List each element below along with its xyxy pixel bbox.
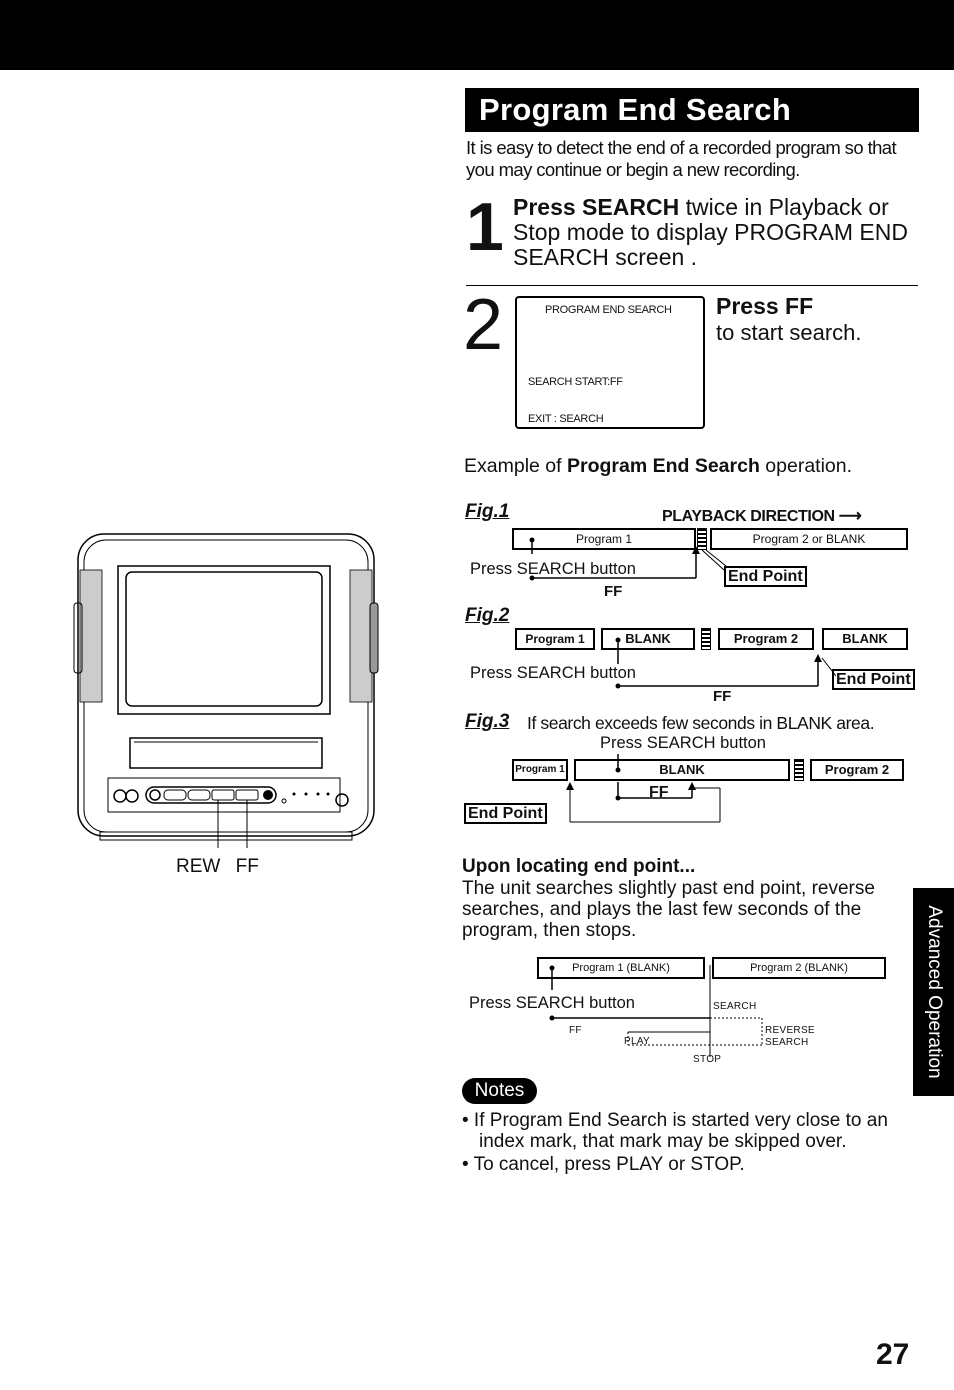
- fig-4-ff-label: FF: [569, 1025, 582, 1036]
- fig-3-label: Fig.3: [465, 711, 510, 732]
- fig-4-reverse-search-label: SEARCH: [765, 1037, 809, 1048]
- fig-4-play-label: PLAY: [624, 1036, 651, 1047]
- step-2-text: to start search.: [716, 320, 862, 345]
- fig-3-segment: Program 2: [810, 759, 904, 781]
- page-title: Program End Search: [465, 88, 919, 132]
- osd-line-start: SEARCH START:FF: [528, 376, 623, 388]
- step-2-number: 2: [463, 285, 504, 365]
- fig-4-reverse-label: REVERSE: [765, 1025, 815, 1036]
- fig-2-end-point: End Point: [832, 669, 915, 690]
- fig-2-segment: Program 1: [515, 628, 595, 650]
- osd-screen: PROGRAM END SEARCH SEARCH START:FF EXIT …: [515, 296, 705, 429]
- example-prefix: Example of: [464, 455, 567, 477]
- index-mark: [794, 759, 804, 781]
- intro-text: It is easy to detect the end of a record…: [466, 137, 897, 180]
- fig-1-press-label: Press SEARCH button: [470, 560, 636, 578]
- notes-list: • If Program End Search is started very …: [462, 1110, 922, 1177]
- fig-3-arrows: [566, 754, 721, 823]
- example-heading: Example of Program End Search operation.: [464, 455, 852, 478]
- fig-2-ff-label: FF: [713, 688, 732, 705]
- fig-2-arrows: [615, 637, 837, 689]
- fig-2-press-label: Press SEARCH button: [470, 664, 636, 682]
- osd-line-exit: EXIT : SEARCH: [528, 413, 604, 425]
- rew-ff-label: REW FF: [176, 856, 259, 877]
- fig-3-ff-label: FF: [649, 784, 669, 801]
- section-side-tab-label: Advanced Operation: [923, 905, 945, 1079]
- fig-1-ff-label: FF: [604, 583, 623, 600]
- playback-direction-label: PLAYBACK DIRECTION ⟶: [662, 506, 862, 526]
- fig-4-search-label: SEARCH: [713, 1001, 757, 1012]
- playback-direction-text: PLAYBACK DIRECTION: [662, 508, 835, 525]
- example-bold: Program End Search: [566, 455, 760, 477]
- step-divider: [466, 285, 918, 286]
- fig-4-arrows: [549, 965, 763, 1057]
- step-1-number: 1: [466, 189, 504, 265]
- arrow-right-icon: ⟶: [838, 508, 862, 525]
- fig-3-caption: If search exceeds few seconds in BLANK a…: [527, 713, 875, 733]
- upon-heading: Upon locating end point...: [462, 856, 696, 877]
- section-side-tab: Advanced Operation: [913, 888, 954, 1096]
- fig-2-label: Fig.2: [465, 605, 510, 626]
- top-band: [0, 0, 954, 70]
- osd-line-title: PROGRAM END SEARCH: [545, 304, 672, 316]
- fig-1-label: Fig.1: [465, 501, 510, 522]
- fig-3-press-label: Press SEARCH button: [600, 734, 766, 752]
- tv-vcr-illustration: [73, 533, 379, 848]
- note-item: • If Program End Search is started very …: [462, 1110, 888, 1152]
- step-1-bold: Press SEARCH: [513, 194, 680, 220]
- upon-text: The unit searches slightly past end poin…: [462, 878, 875, 941]
- fig-4-press-label: Press SEARCH button: [469, 994, 635, 1012]
- step-2-bold: Press FF: [716, 293, 814, 319]
- fig-1-end-point: End Point: [724, 566, 807, 587]
- page-number: 27: [876, 1338, 910, 1371]
- notes-badge: Notes: [462, 1078, 537, 1104]
- note-item: • To cancel, press PLAY or STOP.: [462, 1154, 745, 1175]
- fig-3-end-point: End Point: [464, 803, 547, 824]
- example-suffix: operation.: [759, 455, 853, 477]
- step-1-text: Press SEARCH twice in Playback or Stop m…: [513, 195, 933, 270]
- fig-4-stop-label: STOP: [693, 1054, 722, 1065]
